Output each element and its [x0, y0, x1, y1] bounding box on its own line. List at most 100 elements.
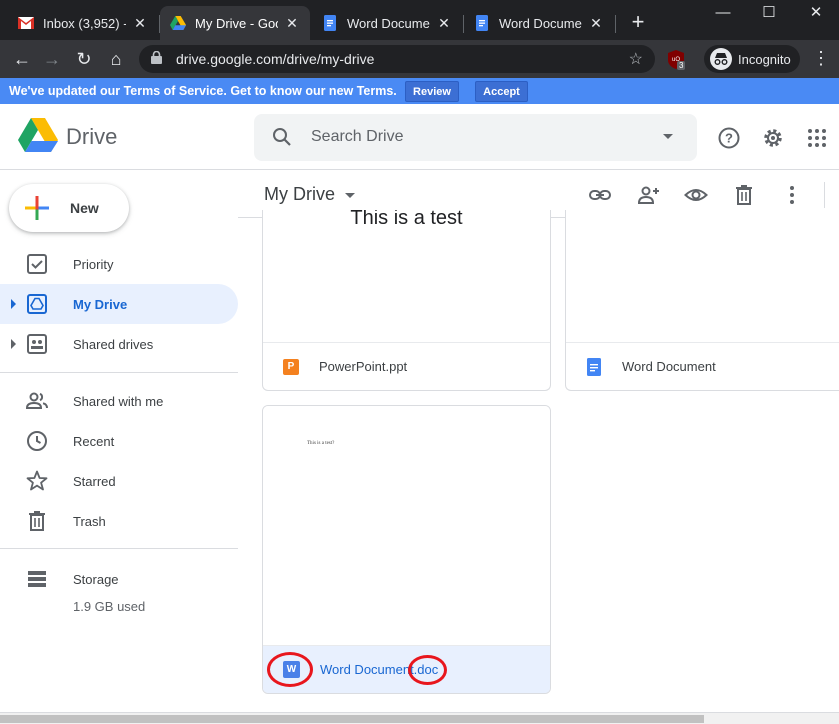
recent-icon — [25, 429, 49, 453]
review-button[interactable]: Review — [405, 81, 459, 102]
breadcrumb-dropdown-icon[interactable] — [345, 193, 355, 198]
back-icon[interactable]: ← — [11, 48, 33, 70]
new-button[interactable]: New — [9, 184, 129, 232]
extension-badge: 3 — [677, 61, 686, 70]
file-footer[interactable]: P PowerPoint.ppt — [263, 342, 550, 390]
file-footer[interactable]: Word Document — [566, 342, 839, 390]
file-preview — [566, 210, 839, 343]
help-icon[interactable]: ? — [717, 126, 741, 150]
browser-tab-strip: Inbox (3,952) - te ✕ My Drive - Goog ✕ W… — [0, 0, 839, 40]
close-window-icon[interactable]: ✕ — [793, 4, 839, 32]
close-tab-icon[interactable]: ✕ — [284, 15, 300, 32]
browser-toolbar: ← → ↻ ⌂ drive.google.com/drive/my-drive … — [0, 40, 839, 78]
tab-word-document-1[interactable]: Word Document ✕ — [312, 6, 462, 40]
sidebar-item-storage[interactable]: Storage — [0, 559, 238, 599]
tab-title: Word Document — [499, 15, 582, 31]
more-actions-icon[interactable] — [780, 183, 804, 207]
sidebar-item-label: Storage — [73, 572, 119, 587]
share-add-person-icon[interactable] — [636, 183, 660, 207]
sidebar-item-recent[interactable]: Recent — [0, 421, 238, 461]
sidebar-item-starred[interactable]: Starred — [0, 461, 238, 501]
sidebar-item-label: Shared with me — [73, 394, 164, 409]
horizontal-scrollbar[interactable] — [0, 712, 839, 724]
tab-divider — [615, 15, 616, 33]
preview-text: This is a test? — [307, 441, 335, 446]
new-tab-button[interactable]: + — [626, 11, 650, 35]
browser-menu-icon[interactable]: ⋮ — [812, 48, 830, 69]
file-card-word-document-doc[interactable]: This is a test? W Word Document.doc — [262, 405, 551, 694]
bookmark-star-icon[interactable]: ☆ — [629, 49, 643, 69]
search-options-icon[interactable] — [663, 134, 673, 139]
maximize-icon[interactable]: ☐ — [746, 4, 792, 32]
trash-icon — [25, 509, 49, 533]
ublock-extension-icon[interactable]: uO 3 — [667, 50, 686, 70]
expand-arrow-icon[interactable] — [11, 339, 16, 349]
tab-my-drive[interactable]: My Drive - Goog ✕ — [160, 6, 310, 40]
search-icon[interactable] — [272, 127, 292, 150]
close-tab-icon[interactable]: ✕ — [436, 15, 452, 32]
tab-word-document-2[interactable]: Word Document ✕ — [464, 6, 614, 40]
apps-grid-icon[interactable] — [805, 126, 829, 150]
file-card-powerpoint[interactable]: This is a test P PowerPoint.ppt — [262, 210, 551, 391]
google-docs-file-icon — [586, 357, 602, 376]
sidebar-item-label: Shared drives — [73, 337, 154, 352]
drive-logo-icon[interactable] — [18, 118, 58, 154]
shared-drives-icon — [25, 332, 49, 356]
sidebar-item-label: Starred — [73, 474, 116, 489]
incognito-label: Incognito — [738, 51, 791, 67]
expand-arrow-icon[interactable] — [11, 299, 16, 309]
file-preview: This is a test? — [263, 406, 550, 646]
tab-title: Word Document — [347, 15, 430, 31]
minimize-icon[interactable]: — — [700, 4, 746, 32]
storage-icon — [25, 567, 49, 591]
star-icon — [25, 469, 49, 493]
shared-with-me-icon — [25, 389, 49, 413]
annotation-circle — [408, 655, 447, 685]
tab-gmail[interactable]: Inbox (3,952) - te ✕ — [8, 6, 158, 40]
file-card-word-document[interactable]: Word Document — [565, 210, 839, 391]
reload-icon[interactable]: ↻ — [73, 48, 95, 70]
preview-eye-icon[interactable] — [684, 183, 708, 207]
priority-icon — [25, 252, 49, 276]
app-name[interactable]: Drive — [66, 124, 117, 150]
file-name: PowerPoint.ppt — [319, 359, 408, 374]
sidebar-divider — [0, 372, 238, 373]
sidebar-item-priority[interactable]: Priority — [0, 244, 238, 284]
delete-trash-icon[interactable] — [732, 183, 756, 207]
sidebar-item-label: Trash — [73, 514, 106, 529]
incognito-icon — [710, 48, 732, 70]
docs-icon — [322, 15, 338, 31]
sidebar-item-shared-drives[interactable]: Shared drives — [0, 324, 238, 364]
lock-icon — [151, 50, 165, 67]
breadcrumb[interactable]: My Drive — [264, 184, 335, 205]
storage-used-text: 1.9 GB used — [73, 599, 146, 614]
search-placeholder: Search Drive — [311, 128, 404, 145]
sidebar-item-shared-with-me[interactable]: Shared with me — [0, 381, 238, 421]
get-link-icon[interactable] — [588, 183, 612, 207]
toolbar-divider — [824, 182, 825, 208]
scrollbar-thumb[interactable] — [0, 715, 704, 723]
sidebar-item-label: My Drive — [73, 297, 128, 312]
annotation-circle — [267, 652, 313, 687]
close-tab-icon[interactable]: ✕ — [132, 15, 148, 32]
svg-text:?: ? — [725, 131, 733, 146]
sidebar-item-my-drive[interactable]: My Drive — [0, 284, 238, 324]
new-label: New — [70, 200, 99, 216]
forward-icon[interactable]: → — [41, 48, 63, 70]
close-tab-icon[interactable]: ✕ — [588, 15, 604, 32]
sidebar-item-label: Priority — [73, 257, 114, 272]
accept-button[interactable]: Accept — [475, 81, 528, 102]
sidebar-divider — [0, 548, 238, 549]
settings-gear-icon[interactable] — [761, 126, 785, 150]
incognito-indicator[interactable]: Incognito — [704, 45, 800, 73]
sidebar-item-trash[interactable]: Trash — [0, 501, 238, 541]
powerpoint-file-icon: P — [283, 358, 299, 375]
address-bar[interactable]: drive.google.com/drive/my-drive ☆ — [139, 45, 655, 73]
tab-title: My Drive - Goog — [195, 15, 278, 31]
home-icon[interactable]: ⌂ — [105, 48, 127, 70]
banner-text: We've updated our Terms of Service. Get … — [9, 84, 397, 98]
plus-icon — [25, 196, 49, 223]
tab-title: Inbox (3,952) - te — [43, 15, 126, 31]
search-input[interactable]: Search Drive — [254, 114, 697, 161]
sidebar-item-label: Recent — [73, 434, 115, 449]
